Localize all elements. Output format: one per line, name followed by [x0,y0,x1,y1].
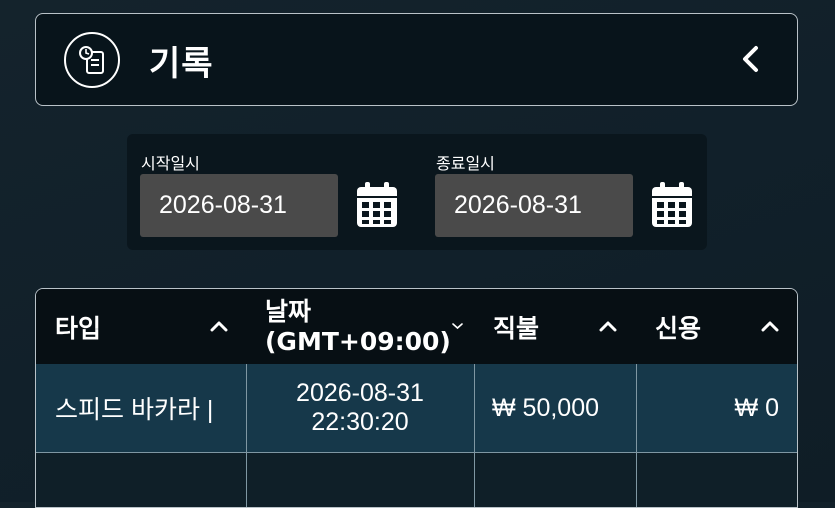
column-divider [474,364,475,507]
column-divider [636,364,637,507]
column-header-debit[interactable]: 직불 [474,289,636,364]
table-row [36,453,797,507]
page-header: 기록 [35,13,798,106]
start-date-label: 시작일시 [141,154,200,173]
calendar-icon[interactable] [650,182,694,228]
chevron-left-icon [743,46,758,72]
cell-credit: ₩ 0 [734,393,779,422]
caret-up-icon [761,321,779,332]
page-title: 기록 [149,44,214,84]
back-button[interactable] [733,42,767,76]
table-row[interactable]: 스피드 바카라 | 2026-08-31 22:30:20 ₩ 50,000 ₩… [36,364,797,453]
column-header-type[interactable]: 타입 [36,289,246,364]
caret-up-icon [599,321,617,332]
end-date-input[interactable]: 2026-08-31 [435,174,633,237]
start-date-input[interactable]: 2026-08-31 [140,174,338,237]
column-divider [246,364,247,507]
end-date-label: 종료일시 [436,154,495,173]
caret-down-icon [452,323,463,330]
caret-up-icon [210,321,228,332]
calendar-icon[interactable] [355,182,399,228]
cell-date: 2026-08-31 22:30:20 [296,379,424,436]
history-table: 타입 날짜 (GMT+09:00) 직불 신용 스피드 바카라 | 2026-0… [35,288,798,508]
date-filter-panel: 시작일시 2026-08-31 종료일시 2026-08-31 [127,134,707,250]
cell-debit: ₩ 50,000 [492,393,600,422]
column-header-date[interactable]: 날짜 (GMT+09:00) [246,289,474,364]
column-header-credit[interactable]: 신용 [636,289,797,364]
cell-type: 스피드 바카라 | [55,396,214,424]
clipboard-history-icon [64,32,120,88]
table-header: 타입 날짜 (GMT+09:00) 직불 신용 [36,289,797,364]
